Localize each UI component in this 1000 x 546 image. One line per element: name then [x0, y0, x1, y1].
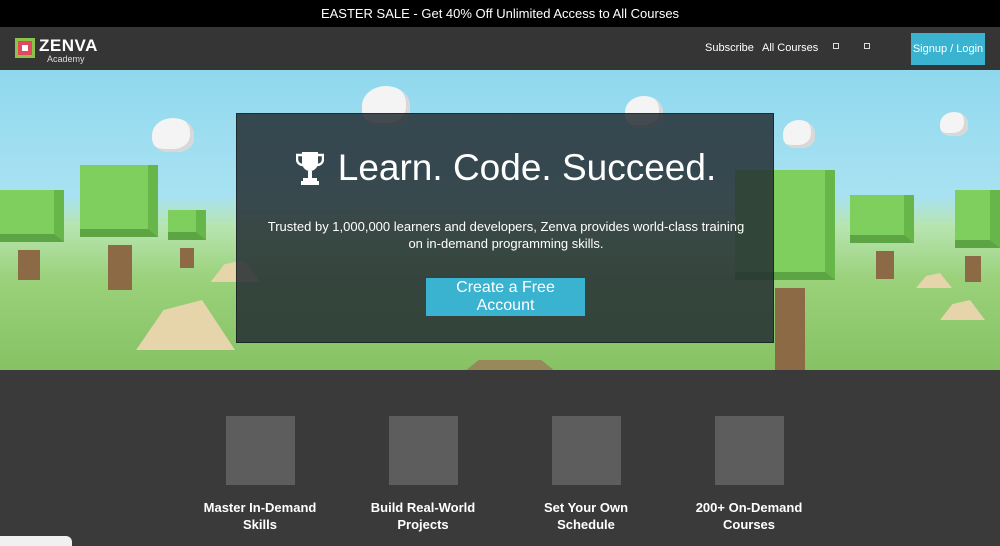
trophy-icon: [295, 152, 324, 185]
feature-image: [714, 416, 784, 485]
nav-link-subscribe[interactable]: Subscribe: [705, 42, 754, 54]
logo-name: ZENVA: [39, 36, 98, 55]
rock-decoration: [136, 300, 235, 350]
hero-headline: Learn. Code. Succeed.: [337, 147, 717, 188]
zenva-logo[interactable]: ZENVA Academy: [15, 37, 98, 64]
rock-decoration: [916, 273, 952, 288]
nav-link-all-courses[interactable]: All Courses: [762, 42, 818, 54]
feature-label: 200+ On-Demand Courses: [695, 500, 803, 532]
feature-label: Set Your Own Schedule: [543, 500, 629, 532]
cloud-decoration: [940, 112, 968, 136]
cloud-decoration: [783, 120, 815, 148]
feature-item: Set Your Own Schedule: [516, 416, 656, 533]
feature-item: Build Real-World Projects: [353, 416, 493, 533]
logo-subtitle: Academy: [47, 54, 85, 64]
feature-label: Build Real-World Projects: [370, 500, 476, 532]
rock-decoration: [940, 300, 985, 320]
feature-image: [225, 416, 295, 485]
feature-image: [388, 416, 458, 485]
cloud-decoration: [152, 118, 194, 152]
feature-item: 200+ On-Demand Courses: [679, 416, 819, 533]
feature-label: Master In-Demand Skills: [203, 500, 317, 532]
features-section: Master In-Demand Skills Build Real-World P…: [0, 370, 1000, 544]
hero-overlay-panel: Learn. Code. Succeed. Trusted by 1,000,0…: [236, 113, 774, 343]
social-icon[interactable]: [833, 43, 839, 49]
feature-item: Master In-Demand Skills: [190, 416, 330, 533]
top-navbar: ZENVA Academy Subscribe All Courses Sign…: [0, 27, 1000, 70]
social-icon[interactable]: [864, 43, 870, 49]
promo-text[interactable]: EASTER SALE - Get 40% Off Unlimited Acce…: [321, 6, 679, 21]
hero-tagline: Trusted by 1,000,000 learners and develo…: [267, 219, 745, 251]
hero-path-decoration: [380, 360, 640, 370]
status-tab-corner: [0, 536, 72, 546]
zenva-logo-icon: [15, 38, 35, 58]
create-free-account-button[interactable]: Create a Free Account: [426, 278, 585, 316]
feature-image: [551, 416, 621, 485]
signup-login-button[interactable]: Signup / Login: [911, 33, 985, 65]
promo-banner[interactable]: EASTER SALE - Get 40% Off Unlimited Acce…: [0, 0, 1000, 27]
